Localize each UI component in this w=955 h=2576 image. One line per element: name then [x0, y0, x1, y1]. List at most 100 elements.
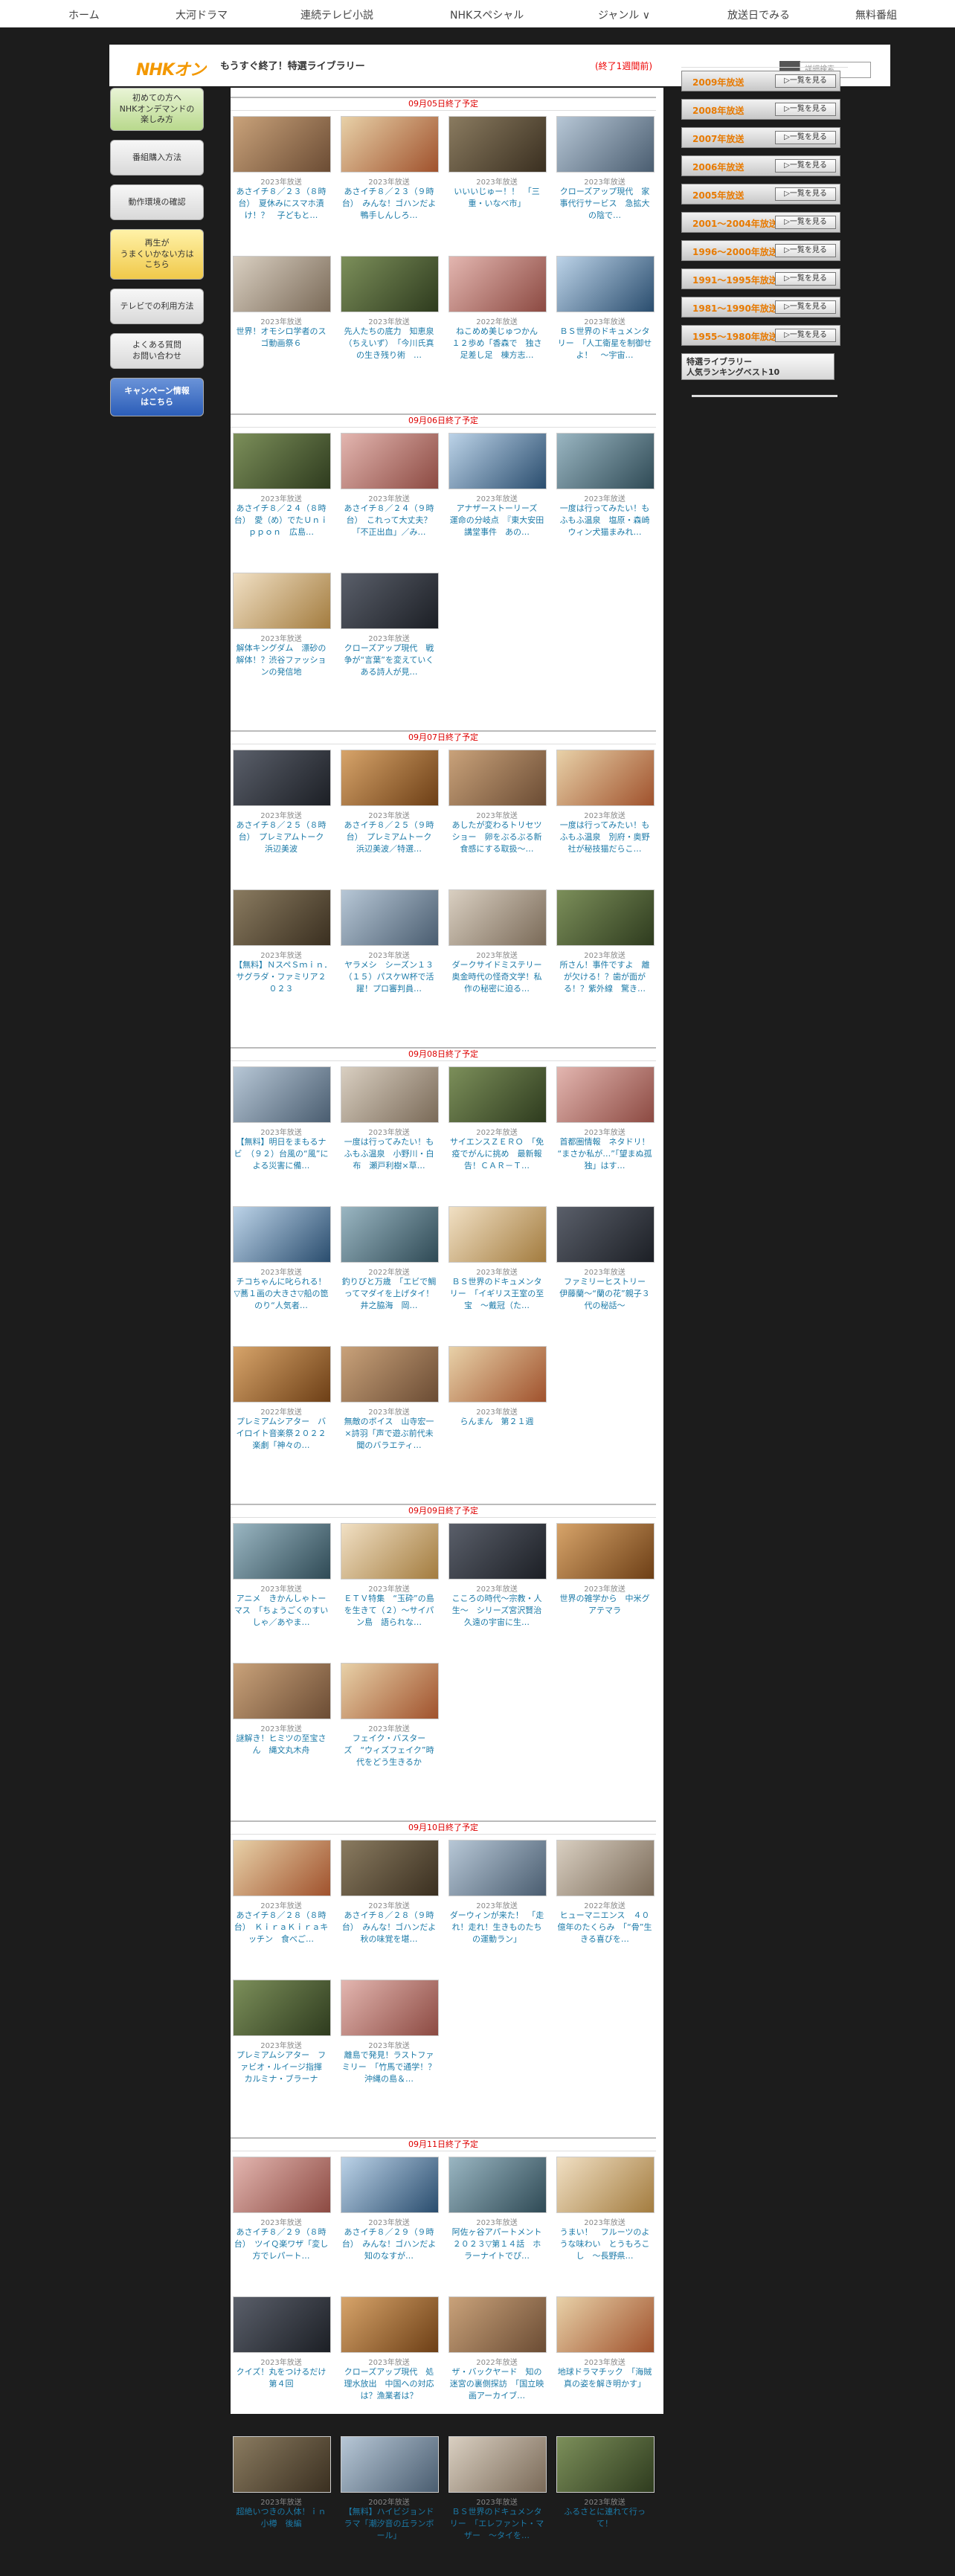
program-card[interactable]: 2023年放送 ＢＳ世界のドキュメンタリー 「人工衛星を制御せよ！ ～宇宙… — [554, 256, 655, 396]
program-card[interactable]: 2023年放送 首都圏情報 ネタドリ！ “まさか私が…”「望まぬ孤独」はす… — [554, 1066, 655, 1206]
program-title-link[interactable]: 世界！オモシロ学者のスゴ動画祭６ — [234, 326, 329, 385]
program-title-link[interactable]: ねこめめ美じゅつかん １２歩め「香森で 独さ足差し足 棟方志… — [449, 326, 545, 385]
program-title-link[interactable]: あさイチ８／２５（９時台） プレミアムトーク 浜辺美波／特選… — [341, 820, 437, 879]
program-title-link[interactable]: ふるさとに連れて行って！ — [557, 2506, 652, 2566]
program-card[interactable]: 2023年放送 ふるさとに連れて行って！ — [554, 2436, 655, 2576]
program-title-link[interactable]: 解体キングダム 漂砂の解体！？渋谷ファッションの発信地 — [234, 643, 329, 702]
program-card[interactable]: 2023年放送 あさイチ８／２５（９時台） プレミアムトーク 浜辺美波／特選… — [338, 750, 440, 889]
program-card[interactable]: 2023年放送 うまい！ フルーツのような味わい とうもろこし ～長野県… — [554, 2157, 655, 2296]
program-thumbnail[interactable] — [556, 889, 655, 946]
program-title-link[interactable]: あさイチ８／２８（９時台） みんな！ゴハンだよ 秋の味覚を堪… — [341, 1910, 437, 1969]
program-card[interactable]: 2023年放送 先人たちの底力 知恵泉（ちえいず） 「今川氏真の生き残り術 … — [338, 256, 440, 396]
program-title-link[interactable]: サイエンスＺＥＲＯ 「免疫でがんに挑め 最新報告！ＣＡＲ－Ｔ… — [449, 1136, 544, 1196]
program-title-link[interactable]: 一度は行ってみたい！もふもふ温泉 小野川・白布 瀬戸利樹×草… — [341, 1136, 437, 1196]
program-title-link[interactable]: クローズアップ現代 処理水放出 中国への対応は？漁業者は？ — [341, 2366, 437, 2426]
program-title-link[interactable]: 釣りびと万歳 「エビで鯛ってマダイを上げタイ！ 井之脇海 岡… — [341, 1276, 437, 1336]
program-card[interactable]: 2023年放送 ＢＳ世界のドキュメンタリー 「イギリス王室の至宝 ～戴冠（た… — [446, 1206, 547, 1346]
program-card[interactable]: 2022年放送 ザ・バックヤード 知の迷宮の裏側探訪 「国立映画アーカイブ… — [446, 2296, 547, 2436]
view-list-button[interactable]: ▷一覧を見る — [775, 300, 836, 314]
program-thumbnail[interactable] — [448, 433, 547, 489]
program-thumbnail[interactable] — [233, 116, 331, 173]
program-title-link[interactable]: 一度は行ってみたい！もふもふ温泉 塩原・森崎ウィン犬猫まみれ… — [557, 503, 652, 562]
program-title-link[interactable]: あさイチ８／２４（８時台） 愛（め）でたＵｎｉｐｐｏｎ 広島… — [234, 503, 329, 562]
nhk-logo[interactable]: NHKオン — [136, 57, 206, 80]
program-card[interactable]: 2022年放送 サイエンスＺＥＲＯ 「免疫でがんに挑め 最新報告！ＣＡＲ－Ｔ… — [446, 1066, 547, 1206]
program-title-link[interactable]: ヒューマニエンス ４０億年のたくらみ 「“骨”生きる喜びを… — [557, 1910, 652, 1969]
program-title-link[interactable]: 世界の雑学から 中米グアテマラ — [557, 1593, 652, 1652]
program-thumbnail[interactable] — [341, 1840, 439, 1896]
program-thumbnail[interactable] — [556, 433, 655, 489]
program-title-link[interactable]: あさイチ８／２５（８時台） プレミアムトーク 浜辺美波 — [234, 820, 329, 879]
program-thumbnail[interactable] — [448, 1066, 547, 1123]
program-thumbnail[interactable] — [341, 433, 439, 489]
nav-link[interactable]: 連続テレビ小説 — [300, 7, 373, 22]
nav-link[interactable]: ジャンル ∨ — [598, 7, 650, 22]
program-thumbnail[interactable] — [556, 256, 655, 312]
ranking-link[interactable]: 特選ライブラリー 人気ランキングベスト10 — [681, 353, 835, 380]
program-card[interactable]: 2022年放送 プレミアムシアター バイロイト音楽祭２０２２ 楽劇「神々の… — [231, 1346, 332, 1486]
program-title-link[interactable]: フェイク・バスターズ “ウィズフェイク”時代をどう生きるか — [341, 1733, 437, 1792]
program-title-link[interactable]: アナザーストーリーズ 運命の分岐点 『東大安田講堂事件 あの… — [449, 503, 544, 562]
program-card[interactable]: 2023年放送 あさイチ８／２９（８時台） ツイＱ楽ワザ「変し方でレパート… — [231, 2157, 332, 2296]
program-thumbnail[interactable] — [233, 2157, 331, 2213]
program-card[interactable]: 2023年放送 無敵のボイス 山寺宏一×詩羽「声で遊ぶ前代未聞のバラエティ… — [338, 1346, 440, 1486]
program-title-link[interactable]: 阿佐ヶ谷アパートメント ２０２３▽第１４話 ホラーナイトでぴ… — [449, 2226, 544, 2286]
program-thumbnail[interactable] — [448, 116, 547, 173]
program-title-link[interactable]: 所さん！事件ですよ 離が欠ける！？歯が面がる！？紫外線 驚き… — [557, 959, 652, 1019]
left-menu-button[interactable]: テレビでの利用方法 — [110, 289, 204, 324]
program-title-link[interactable]: あさイチ８／２９（８時台） ツイＱ楽ワザ「変し方でレパート… — [234, 2226, 329, 2286]
left-menu-button[interactable]: よくある質問 お問い合わせ — [110, 333, 204, 369]
program-title-link[interactable]: プレミアムシアター バイロイト音楽祭２０２２ 楽劇「神々の… — [234, 1416, 329, 1475]
program-card[interactable]: 2022年放送 釣りびと万歳 「エビで鯛ってマダイを上げタイ！ 井之脇海 岡… — [338, 1206, 440, 1346]
program-title-link[interactable]: ＥＴＶ特集 “玉砕”の島を生きて（２）～サイパン島 語られな… — [341, 1593, 437, 1652]
program-thumbnail[interactable] — [556, 750, 655, 806]
nav-link[interactable]: 無料番組 — [855, 7, 897, 22]
program-card[interactable]: 2023年放送 解体キングダム 漂砂の解体！？渋谷ファッションの発信地 — [231, 573, 332, 712]
program-title-link[interactable]: ダーウィンが来た！ 「走れ！走れ！生きものたちの運動ラン」 — [449, 1910, 544, 1969]
program-title-link[interactable]: ＢＳ世界のドキュメンタリー 「人工衛星を制御せよ！ ～宇宙… — [557, 326, 652, 385]
program-card[interactable]: 2023年放送 らんまん 第２１週 — [446, 1346, 547, 1486]
program-title-link[interactable]: ＢＳ世界のドキュメンタリー 「エレファント・マザー ～タイを… — [449, 2506, 544, 2566]
program-thumbnail[interactable] — [556, 2157, 655, 2213]
program-thumbnail[interactable] — [341, 2296, 439, 2353]
program-thumbnail[interactable] — [448, 2436, 547, 2493]
program-title-link[interactable]: あしたが変わるトリセツショー 卵をぶるぶる新食感にする取扱～… — [449, 820, 544, 879]
program-title-link[interactable]: 【無料】ＮスペＳｍｉｎ． サグラダ・ファミリア２０２３ — [234, 959, 329, 1019]
program-title-link[interactable]: こころの時代～宗教・人生～ シリーズ宮沢賢治 久遠の宇宙に生… — [449, 1593, 545, 1652]
program-card[interactable]: 2022年放送 ねこめめ美じゅつかん １２歩め「香森で 独さ足差し足 棟方志… — [446, 256, 547, 396]
view-list-button[interactable]: ▷一覧を見る — [775, 244, 836, 257]
program-thumbnail[interactable] — [341, 889, 439, 946]
program-card[interactable]: 2023年放送 地球ドラマチック 「海賊 真の姿を解き明かす」 — [554, 2296, 655, 2436]
program-title-link[interactable]: 無敵のボイス 山寺宏一×詩羽「声で遊ぶ前代未聞のバラエティ… — [341, 1416, 437, 1475]
program-thumbnail[interactable] — [556, 2436, 655, 2493]
program-title-link[interactable]: ファミリーヒストリー 伊藤蘭～“蘭の花”親子３代の秘話～ — [557, 1276, 652, 1336]
program-card[interactable]: 2023年放送 あしたが変わるトリセツショー 卵をぶるぶる新食感にする取扱～… — [446, 750, 547, 889]
view-list-button[interactable]: ▷一覧を見る — [775, 74, 836, 88]
program-card[interactable]: 2023年放送 フェイク・バスターズ “ウィズフェイク”時代をどう生きるか — [338, 1663, 440, 1803]
left-menu-button[interactable]: 動作環境の確認 — [110, 184, 204, 220]
program-thumbnail[interactable] — [233, 2436, 331, 2493]
program-thumbnail[interactable] — [341, 2436, 439, 2493]
left-menu-button[interactable]: 番組購入方法 — [110, 140, 204, 176]
program-card[interactable]: 2023年放送 一度は行ってみたい！もふもふ温泉 塩原・森崎ウィン犬猫まみれ… — [554, 433, 655, 573]
program-card[interactable]: 2023年放送 あさイチ８／２８（８時台） ＫｉｒａＫｉｒａキッチン 食べご… — [231, 1840, 332, 1980]
program-card[interactable]: 2023年放送 クローズアップ現代 家事代行サービス 急拡大の陰で… — [554, 116, 655, 256]
program-card[interactable]: 2023年放送 こころの時代～宗教・人生～ シリーズ宮沢賢治 久遠の宇宙に生… — [446, 1523, 547, 1663]
program-title-link[interactable]: あさイチ８／２３（９時台） みんな！ゴハンだよ 鴨手しんしろ… — [341, 186, 437, 245]
program-thumbnail[interactable] — [448, 1523, 547, 1580]
program-card[interactable]: 2023年放送 一度は行ってみたい！もふもふ温泉 別府・奥野社が秘技猫だらこ… — [554, 750, 655, 889]
left-menu-button[interactable]: 再生が うまくいかない方は こちら — [110, 229, 204, 280]
program-card[interactable]: 2023年放送 クローズアップ現代 処理水放出 中国への対応は？漁業者は？ — [338, 2296, 440, 2436]
program-card[interactable]: 2023年放送 ダーウィンが来た！ 「走れ！走れ！生きものたちの運動ラン」 — [446, 1840, 547, 1980]
view-list-button[interactable]: ▷一覧を見る — [775, 216, 836, 229]
program-card[interactable]: 2023年放送 いいいじゅー！！ 「三重・いなべ市」 — [446, 116, 547, 256]
program-card[interactable]: 2023年放送 クイズ！丸をつけるだけ 第４回 — [231, 2296, 332, 2436]
program-card[interactable]: 2023年放送 あさイチ８／２４（８時台） 愛（め）でたＵｎｉｐｐｏｎ 広島… — [231, 433, 332, 573]
program-title-link[interactable]: ザ・バックヤード 知の迷宮の裏側探訪 「国立映画アーカイブ… — [449, 2366, 544, 2426]
program-title-link[interactable]: クイズ！丸をつけるだけ 第４回 — [234, 2366, 329, 2426]
program-thumbnail[interactable] — [233, 750, 331, 806]
program-card[interactable]: 2023年放送 ＢＳ世界のドキュメンタリー 「エレファント・マザー ～タイを… — [446, 2436, 547, 2576]
nav-link[interactable]: NHKスペシャル — [450, 7, 524, 22]
program-card[interactable]: 2023年放送 あさイチ８／２８（９時台） みんな！ゴハンだよ 秋の味覚を堪… — [338, 1840, 440, 1980]
program-thumbnail[interactable] — [556, 1523, 655, 1580]
